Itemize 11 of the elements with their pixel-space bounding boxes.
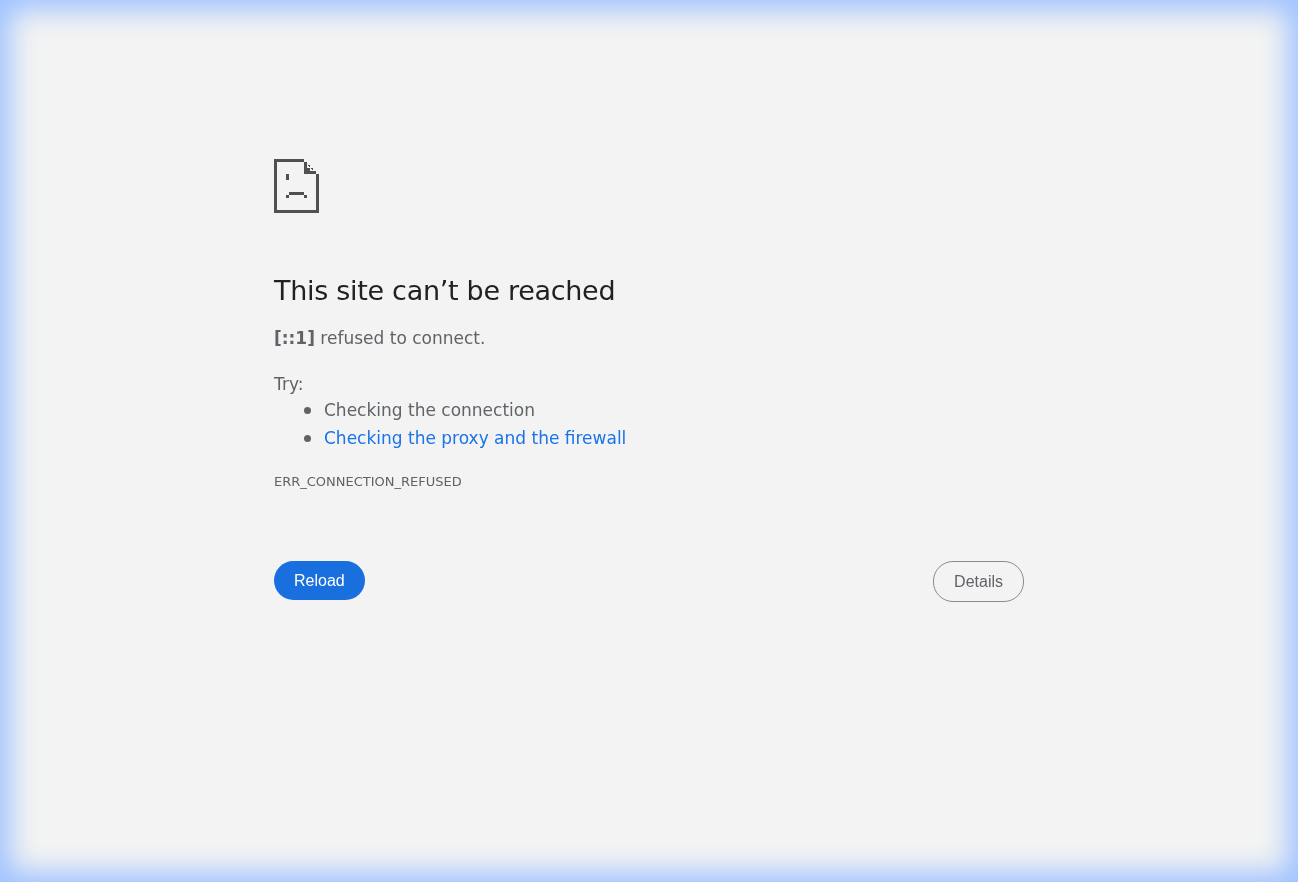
try-label: Try: xyxy=(274,374,305,394)
bullet-icon xyxy=(304,434,311,442)
details-button[interactable]: Details xyxy=(933,561,1024,602)
reload-button[interactable]: Reload xyxy=(274,561,365,600)
sad-page-icon xyxy=(274,158,319,213)
error-heading: This site can’t be reached xyxy=(274,275,617,306)
error-message: [::1] refused to connect. xyxy=(274,328,487,348)
suggestion-text: Checking the connection xyxy=(324,400,535,420)
error-code: ERR_CONNECTION_REFUSED xyxy=(274,474,463,489)
bullet-icon xyxy=(304,406,311,414)
proxy-link[interactable]: Checking the proxy and the firewall xyxy=(324,428,627,448)
